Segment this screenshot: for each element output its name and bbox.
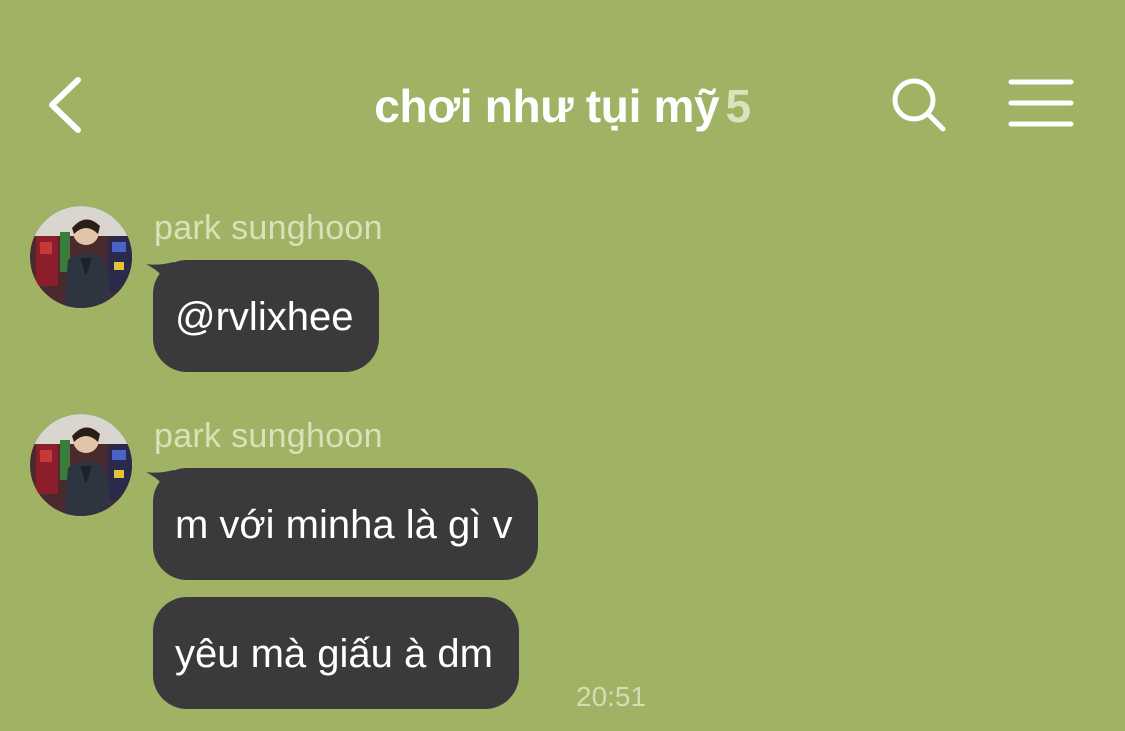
sender-name: park sunghoon xyxy=(154,417,383,455)
message-timestamp: 20:51 xyxy=(576,681,647,712)
message-bubble[interactable]: @rvlixhee xyxy=(153,260,380,372)
message-text: @rvlixhee xyxy=(175,295,354,339)
chat-title: chơi như tụi mỹ xyxy=(374,80,720,132)
avatar-photo xyxy=(30,414,132,516)
message-text: m với minha là gì v xyxy=(175,503,513,547)
search-icon xyxy=(892,78,946,132)
chat-header: chơi như tụi mỹ 5 xyxy=(0,0,1125,210)
hamburger-menu-icon xyxy=(1008,79,1074,127)
avatar[interactable] xyxy=(30,414,132,516)
member-count: 5 xyxy=(725,80,751,132)
message-bubble[interactable]: yêu mà giấu à dm xyxy=(153,597,519,709)
message-text: yêu mà giấu à dm xyxy=(175,632,493,676)
avatar-photo xyxy=(30,206,132,308)
sender-name: park sunghoon xyxy=(154,209,383,247)
chat-title-row[interactable]: chơi như tụi mỹ 5 xyxy=(0,78,1125,134)
search-button[interactable] xyxy=(888,74,952,134)
message-bubble[interactable]: m với minha là gì v xyxy=(153,468,539,580)
avatar[interactable] xyxy=(30,206,132,308)
menu-button[interactable] xyxy=(1004,74,1078,132)
